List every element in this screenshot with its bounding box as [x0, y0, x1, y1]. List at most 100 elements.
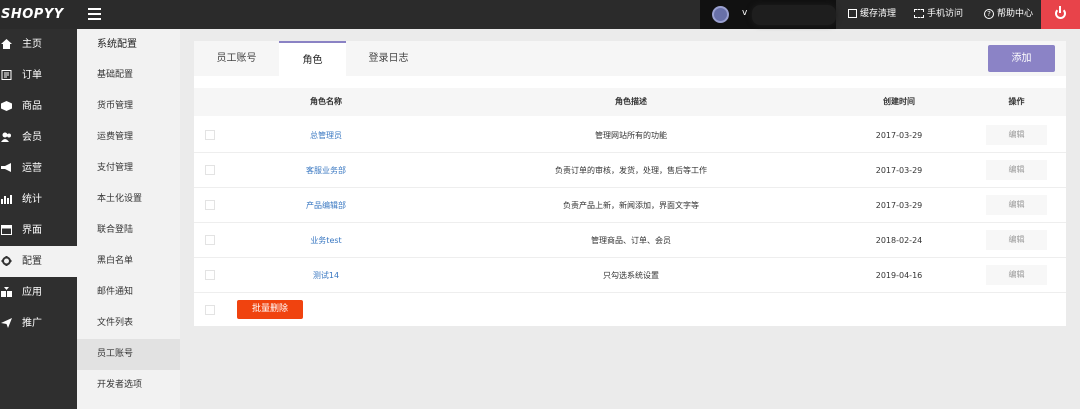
- col-role-name: 角色名称: [310, 97, 342, 106]
- nav-label: 商品: [22, 101, 42, 112]
- nav-item-operations[interactable]: 运营: [0, 153, 77, 184]
- row-checkbox[interactable]: [205, 200, 215, 210]
- role-desc: 管理网站所有的功能: [595, 131, 667, 140]
- role-name-link[interactable]: 客服业务部: [246, 153, 406, 188]
- cache-clear-label: 缓存清理: [860, 9, 897, 19]
- table-row: 产品编辑部 负责产品上新，新闻添加，界面文字等 2017-03-29 编辑: [194, 188, 1066, 223]
- edit-button[interactable]: 编辑: [986, 265, 1047, 285]
- row-checkbox[interactable]: [205, 235, 215, 245]
- nav-label: 会员: [22, 132, 42, 143]
- nav-label: 配置: [22, 256, 42, 267]
- edit-button[interactable]: 编辑: [986, 125, 1047, 145]
- table-header: 角色名称 角色描述 创建时间 操作: [194, 88, 1066, 116]
- top-bar: SHOPYY v 缓存清理 手机访问 ? 帮助中心: [0, 0, 1080, 29]
- nav-item-settings[interactable]: 配置: [0, 246, 77, 277]
- subnav-item-shipping[interactable]: 运费管理: [77, 122, 180, 153]
- subnav-item-basic[interactable]: 基础配置: [77, 60, 180, 91]
- mobile-scan-icon: [914, 9, 924, 18]
- nav-item-members[interactable]: 会员: [0, 122, 77, 153]
- subnav-item-payment[interactable]: 支付管理: [77, 153, 180, 184]
- created-date: 2019-04-16: [875, 271, 923, 280]
- col-actions: 操作: [1008, 97, 1025, 106]
- edit-button[interactable]: 编辑: [986, 230, 1047, 250]
- product-icon: [1, 101, 12, 111]
- created-date: 2018-02-24: [875, 236, 923, 245]
- table-row: 业务test 管理商品、订单、会员 2018-02-24 编辑: [194, 223, 1066, 258]
- table-row: 客服业务部 负责订单的审核，发货，处理，售后等工作 2017-03-29 编辑: [194, 153, 1066, 188]
- nav-item-products[interactable]: 商品: [0, 91, 77, 122]
- nav-item-promote[interactable]: 推广: [0, 308, 77, 339]
- tab-login-log[interactable]: 登录日志: [346, 41, 431, 76]
- logo: SHOPYY: [1, 7, 64, 22]
- cache-clear-link[interactable]: 缓存清理: [848, 0, 896, 29]
- row-checkbox[interactable]: [205, 165, 215, 175]
- interface-icon: [1, 225, 12, 235]
- role-name-link[interactable]: 产品编辑部: [246, 188, 406, 223]
- user-name: v: [742, 8, 748, 18]
- nav-item-interface[interactable]: 界面: [0, 215, 77, 246]
- tab-roles[interactable]: 角色: [279, 41, 346, 76]
- subnav-title: 系统配置: [97, 39, 137, 50]
- nav-label: 运营: [22, 163, 42, 174]
- subnav-item-email-notify[interactable]: 邮件通知: [77, 277, 180, 308]
- role-name-link[interactable]: 测试14: [246, 258, 406, 293]
- nav-label: 统计: [22, 194, 42, 205]
- subnav-item-joint-login[interactable]: 联合登陆: [77, 215, 180, 246]
- subnav-item-developer[interactable]: 开发者选项: [77, 370, 180, 401]
- row-checkbox[interactable]: [205, 130, 215, 140]
- subnav-item-blacklist[interactable]: 黑白名单: [77, 246, 180, 277]
- subnav-item-localization[interactable]: 本土化设置: [77, 184, 180, 215]
- bulk-delete-button[interactable]: 批量删除: [237, 300, 303, 319]
- role-desc: 负责订单的审核，发货，处理，售后等工作: [555, 166, 707, 175]
- nav-label: 订单: [22, 70, 42, 81]
- cache-icon: [848, 9, 857, 18]
- select-all-checkbox[interactable]: [205, 305, 215, 315]
- nav-item-stats[interactable]: 统计: [0, 184, 77, 215]
- row-checkbox[interactable]: [205, 270, 215, 280]
- settings-subnav: 系统配置 基础配置 货币管理 运费管理 支付管理 本土化设置 联合登陆 黑白名单…: [77, 29, 180, 409]
- operation-icon: [1, 163, 12, 173]
- order-icon: [1, 70, 12, 80]
- table-row: 总管理员 管理网站所有的功能 2017-03-29 编辑: [194, 118, 1066, 153]
- main-nav: 主页 订单 商品 会员 运营 统计 界面 配置 应用 推广: [0, 29, 77, 409]
- subnav-item-staff-accounts[interactable]: 员工账号: [77, 339, 180, 370]
- table-footer: 批量删除: [194, 293, 1066, 326]
- col-created-at: 创建时间: [883, 97, 915, 106]
- member-icon: [1, 132, 12, 142]
- apps-icon: [1, 287, 12, 297]
- roles-panel: 员工账号 角色 登录日志 添加 角色名称 角色描述 创建时间 操作 总管理员 管…: [194, 41, 1066, 326]
- promote-icon: [1, 318, 12, 328]
- add-button[interactable]: 添加: [988, 45, 1055, 72]
- settings-icon: [1, 256, 12, 266]
- subnav-item-file-list[interactable]: 文件列表: [77, 308, 180, 339]
- avatar[interactable]: [712, 6, 729, 23]
- nav-item-apps[interactable]: 应用: [0, 277, 77, 308]
- nav-item-orders[interactable]: 订单: [0, 60, 77, 91]
- created-date: 2017-03-29: [875, 131, 923, 140]
- tab-staff-accounts[interactable]: 员工账号: [194, 41, 279, 76]
- help-icon: ?: [984, 8, 994, 19]
- edit-button[interactable]: 编辑: [986, 160, 1047, 180]
- nav-label: 界面: [22, 225, 42, 236]
- created-date: 2017-03-29: [875, 201, 923, 210]
- home-icon: [1, 39, 12, 49]
- role-desc: 管理商品、订单、会员: [591, 236, 671, 245]
- created-date: 2017-03-29: [875, 166, 923, 175]
- subnav-item-currency[interactable]: 货币管理: [77, 91, 180, 122]
- mobile-access-link[interactable]: 手机访问: [914, 0, 963, 29]
- stats-icon: [1, 194, 12, 204]
- nav-label: 推广: [22, 318, 42, 329]
- user-menu[interactable]: v: [700, 0, 836, 29]
- nav-item-home[interactable]: 主页: [0, 29, 77, 60]
- role-name-link[interactable]: 业务test: [246, 223, 406, 258]
- help-center-label: 帮助中心: [997, 9, 1034, 19]
- role-desc: 负责产品上新，新闻添加，界面文字等: [563, 201, 699, 210]
- role-name-link[interactable]: 总管理员: [246, 118, 406, 153]
- logout-button[interactable]: [1041, 0, 1080, 29]
- mobile-access-label: 手机访问: [927, 9, 964, 19]
- col-role-desc: 角色描述: [615, 97, 647, 106]
- help-center-link[interactable]: ? 帮助中心: [984, 0, 1033, 29]
- table-row: 测试14 只勾选系统设置 2019-04-16 编辑: [194, 258, 1066, 293]
- edit-button[interactable]: 编辑: [986, 195, 1047, 215]
- menu-toggle-icon[interactable]: [88, 8, 101, 20]
